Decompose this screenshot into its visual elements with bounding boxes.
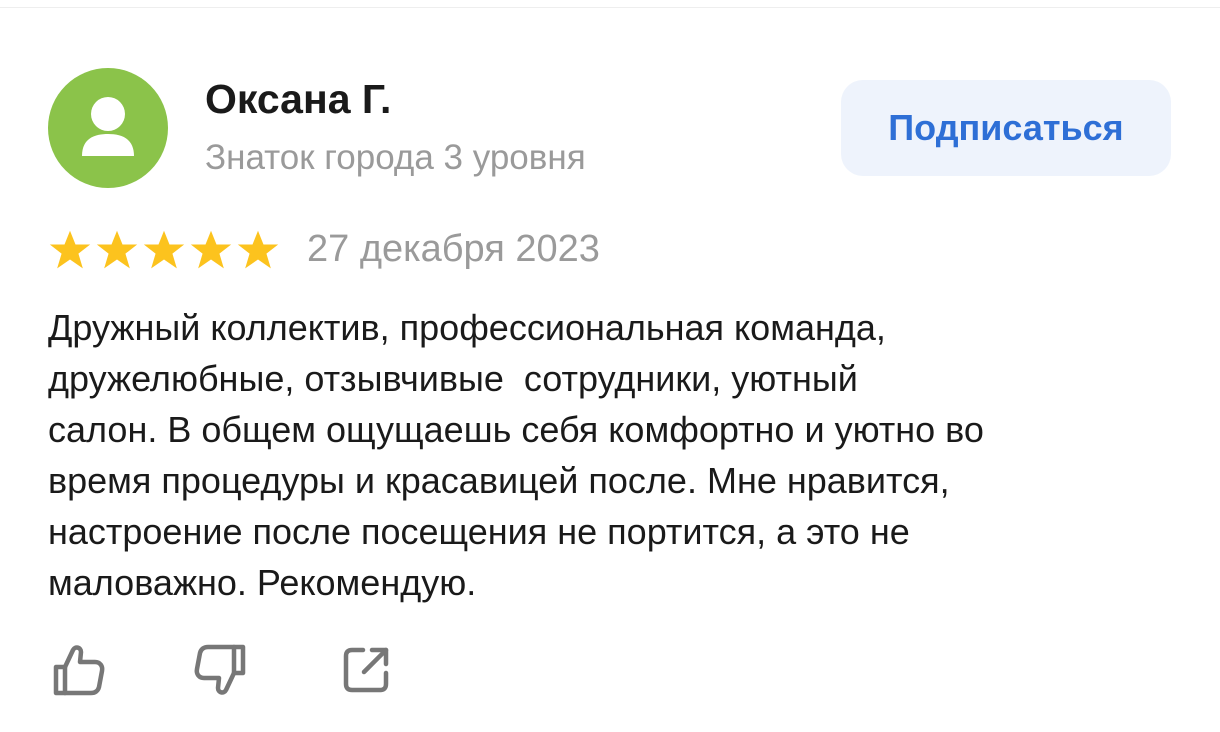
author-level: Знаток города 3 уровня <box>205 138 586 177</box>
review-text: Дружный коллектив, профессиональная кома… <box>48 307 984 603</box>
like-button[interactable] <box>45 638 109 702</box>
author-name[interactable]: Оксана Г. <box>205 76 391 123</box>
star-icon <box>96 230 138 269</box>
share-icon <box>343 647 389 693</box>
thumbs-down-icon <box>194 644 246 695</box>
top-divider <box>0 0 1220 8</box>
user-icon <box>82 97 134 156</box>
star-icon <box>237 230 279 269</box>
avatar[interactable] <box>48 68 168 188</box>
star-icon <box>190 230 232 269</box>
star-icon <box>143 230 185 269</box>
star-rating <box>48 228 283 272</box>
subscribe-button[interactable]: Подписаться <box>841 80 1171 176</box>
share-button[interactable] <box>334 638 398 702</box>
star-icon <box>49 230 91 269</box>
dislike-button[interactable] <box>190 638 254 702</box>
thumbs-up-icon <box>53 645 105 696</box>
review-date: 27 декабря 2023 <box>307 228 600 270</box>
